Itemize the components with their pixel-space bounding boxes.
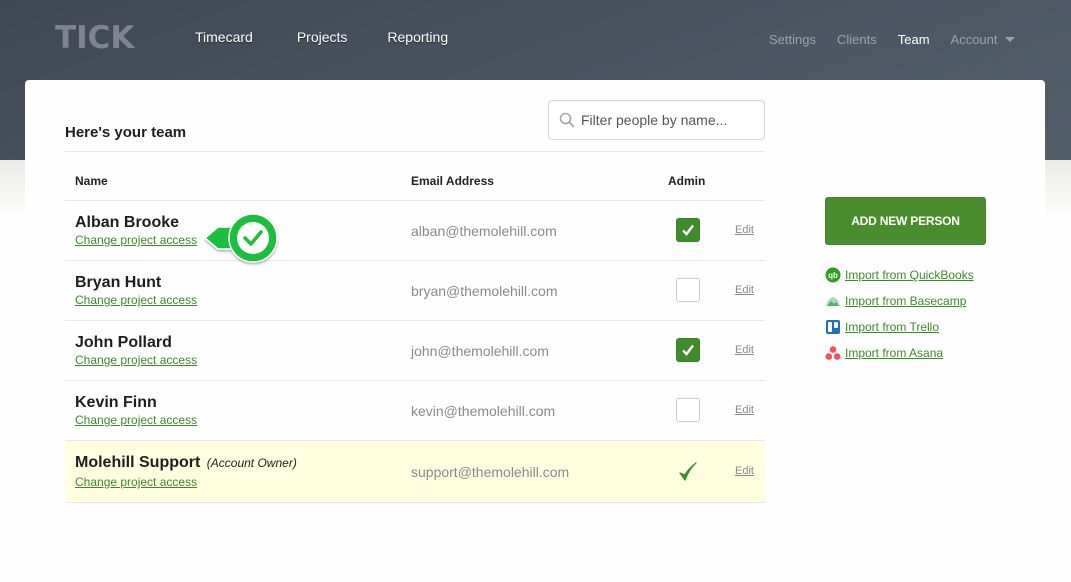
- team-member-row: Bryan Hunt Change project access bryan@t…: [65, 261, 765, 321]
- secondary-nav: Settings Clients Team Account: [769, 32, 1015, 47]
- member-email: john@themolehill.com: [411, 343, 549, 359]
- edit-link[interactable]: Edit: [735, 404, 754, 416]
- member-name-text: Molehill Support: [75, 454, 201, 471]
- svg-text:qb: qb: [828, 271, 838, 280]
- import-asana: Import from Asana: [825, 340, 974, 366]
- member-email: support@themolehill.com: [411, 464, 570, 480]
- change-project-access-link[interactable]: Change project access: [75, 233, 197, 247]
- import-asana-link[interactable]: Import from Asana: [845, 346, 943, 360]
- success-callout-icon: [204, 213, 278, 263]
- divider: [65, 151, 765, 152]
- import-trello: Import from Trello: [825, 314, 974, 340]
- member-name: Kevin Finn: [75, 394, 157, 411]
- team-member-row: Kevin Finn Change project access kevin@t…: [65, 381, 765, 441]
- nav-account[interactable]: Account: [951, 32, 1015, 47]
- team-member-row: John Pollard Change project access john@…: [65, 321, 765, 381]
- basecamp-icon: [825, 293, 841, 309]
- team-member-row-owner: Molehill Support (Account Owner) Change …: [65, 441, 765, 503]
- chevron-down-icon: [1004, 37, 1015, 42]
- nav-settings[interactable]: Settings: [769, 32, 816, 47]
- member-name: Bryan Hunt: [75, 274, 162, 291]
- member-email: kevin@themolehill.com: [411, 403, 556, 419]
- checkmark-icon: [679, 462, 697, 481]
- edit-link[interactable]: Edit: [735, 284, 754, 296]
- filter-people-search[interactable]: [548, 100, 765, 140]
- admin-indicator: [676, 460, 700, 484]
- search-icon: [559, 112, 575, 128]
- import-basecamp-link[interactable]: Import from Basecamp: [845, 294, 966, 308]
- main-nav: Timecard Projects Reporting: [195, 29, 492, 45]
- quickbooks-icon: qb: [825, 267, 841, 283]
- column-header-email[interactable]: Email Address: [411, 174, 494, 188]
- edit-link[interactable]: Edit: [735, 465, 754, 477]
- checkmark-icon: [682, 344, 694, 356]
- change-project-access-link[interactable]: Change project access: [75, 293, 197, 307]
- member-name: Alban Brooke: [75, 214, 180, 231]
- member-name: John Pollard: [75, 334, 172, 351]
- team-member-row: Alban Brooke Change project access alban…: [65, 201, 765, 261]
- edit-link[interactable]: Edit: [735, 224, 754, 236]
- member-email: alban@themolehill.com: [411, 223, 557, 239]
- admin-checkbox[interactable]: [676, 338, 700, 362]
- trello-icon: [825, 319, 841, 335]
- admin-checkbox[interactable]: [676, 278, 700, 302]
- add-new-person-button[interactable]: ADD NEW PERSON: [825, 197, 986, 245]
- import-quickbooks-link[interactable]: Import from QuickBooks: [845, 268, 974, 282]
- nav-team[interactable]: Team: [898, 32, 930, 47]
- column-header-admin[interactable]: Admin: [668, 174, 705, 188]
- admin-checkbox[interactable]: [676, 398, 700, 422]
- page-title: Here's your team: [65, 124, 187, 141]
- change-project-access-link[interactable]: Change project access: [75, 353, 197, 367]
- change-project-access-link[interactable]: Change project access: [75, 475, 197, 489]
- filter-people-input[interactable]: [581, 112, 761, 128]
- import-basecamp: Import from Basecamp: [825, 288, 974, 314]
- nav-timecard[interactable]: Timecard: [195, 29, 253, 45]
- checkmark-icon: [682, 224, 694, 236]
- column-header-name[interactable]: Name: [75, 174, 108, 188]
- edit-link[interactable]: Edit: [735, 344, 754, 356]
- tick-logo[interactable]: TICK: [55, 20, 134, 56]
- account-owner-label: (Account Owner): [206, 456, 297, 470]
- admin-checkbox[interactable]: [676, 218, 700, 242]
- nav-projects[interactable]: Projects: [297, 29, 348, 45]
- nav-account-label: Account: [950, 32, 998, 47]
- member-name: Molehill Support (Account Owner): [75, 454, 297, 472]
- change-project-access-link[interactable]: Change project access: [75, 413, 197, 427]
- import-links: qb Import from QuickBooks Import from Ba…: [825, 262, 974, 366]
- nav-reporting[interactable]: Reporting: [387, 29, 448, 45]
- import-quickbooks: qb Import from QuickBooks: [825, 262, 974, 288]
- member-email: bryan@themolehill.com: [411, 283, 558, 299]
- nav-clients[interactable]: Clients: [837, 32, 877, 47]
- asana-icon: [825, 345, 841, 361]
- import-trello-link[interactable]: Import from Trello: [845, 320, 939, 334]
